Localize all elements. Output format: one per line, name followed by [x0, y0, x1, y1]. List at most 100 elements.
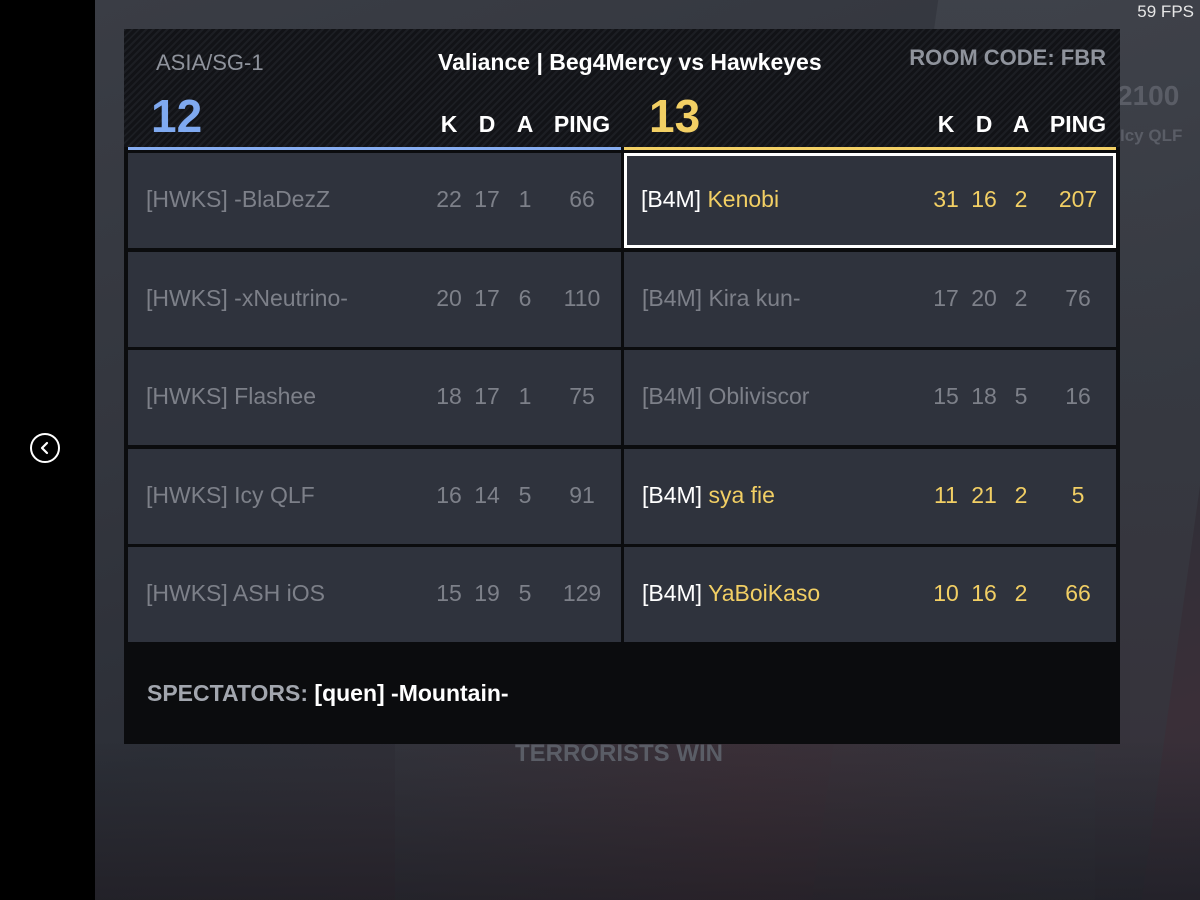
- team-left-score: 12: [151, 90, 203, 142]
- match-title: Valiance | Beg4Mercy vs Hawkeyes: [438, 49, 822, 75]
- team-right-header-a: A: [1012, 111, 1030, 137]
- clan-tag: [HWKS]: [146, 186, 228, 212]
- bg-player-hint: Icy QLF: [1120, 126, 1183, 145]
- team-right-underline: [624, 147, 1116, 150]
- ping: 91: [569, 482, 595, 508]
- clan-tag: [B4M]: [642, 383, 703, 409]
- team-left-header-k: K: [440, 111, 458, 137]
- player-row[interactable]: [HWKS] ASH iOS 15 19 5 129: [128, 547, 621, 642]
- clan-tag: [HWKS]: [146, 285, 228, 311]
- assists: 5: [1014, 383, 1028, 409]
- player-row[interactable]: [B4M] YaBoiKaso 10 16 2 66: [624, 547, 1116, 642]
- assists: 5: [518, 482, 532, 508]
- deaths: 17: [474, 186, 500, 212]
- chevron-left-circle-icon: [40, 441, 49, 455]
- ping: 5: [1071, 482, 1085, 508]
- clan-tag: [HWKS]: [146, 482, 228, 508]
- assists: 6: [518, 285, 532, 311]
- assists: 1: [518, 186, 532, 212]
- player-name: [HWKS] -BlaDezZ: [146, 186, 330, 213]
- assists: 2: [1014, 580, 1028, 606]
- player-name: [B4M] sya fie: [642, 482, 775, 509]
- team-left-underline: [128, 147, 621, 150]
- team-right-header-ping: PING: [1049, 111, 1107, 137]
- assists: 2: [1014, 482, 1028, 508]
- clan-tag: [HWKS]: [146, 580, 228, 606]
- player-nickname: YaBoiKaso: [708, 580, 821, 606]
- kills: 31: [933, 186, 959, 212]
- assists: 2: [1014, 186, 1028, 212]
- team-right-score: 13: [649, 90, 701, 142]
- deaths: 14: [474, 482, 500, 508]
- clan-tag: [HWKS]: [146, 383, 228, 409]
- clan-tag: [B4M]: [642, 285, 703, 311]
- kills: 22: [436, 186, 462, 212]
- deaths: 17: [474, 383, 500, 409]
- spectators-label: SPECTATORS:: [147, 680, 309, 706]
- server-region: ASIA/SG-1: [156, 50, 264, 75]
- assists: 5: [518, 580, 532, 606]
- assists: 2: [1014, 285, 1028, 311]
- player-row[interactable]: [HWKS] -BlaDezZ 22 17 1 66: [128, 153, 621, 248]
- player-nickname: Kira kun-: [708, 285, 801, 311]
- kills: 17: [933, 285, 959, 311]
- spectators-line: SPECTATORS: [quen] -Mountain-: [147, 680, 509, 707]
- kills: 20: [436, 285, 462, 311]
- kills: 11: [934, 482, 958, 508]
- ping: 66: [569, 186, 595, 212]
- player-row[interactable]: [HWKS] -xNeutrino- 20 17 6 110: [128, 252, 621, 347]
- assists: 1: [518, 383, 532, 409]
- clan-tag: [B4M]: [641, 186, 702, 212]
- ping: 66: [1065, 580, 1091, 606]
- player-nickname: Obliviscor: [708, 383, 810, 409]
- ping: 110: [563, 285, 601, 311]
- ping: 76: [1065, 285, 1091, 311]
- spectators-list: [quen] -Mountain-: [314, 680, 509, 706]
- bg-round-banner: TERRORISTS WIN: [515, 740, 723, 767]
- player-nickname: sya fie: [708, 482, 775, 508]
- ping: 207: [1058, 186, 1098, 212]
- team-left-header-d: D: [478, 111, 496, 137]
- fps-counter: 59 FPS: [1137, 2, 1194, 21]
- deaths: 17: [474, 285, 500, 311]
- team-left-header-ping: PING: [553, 111, 611, 137]
- deaths: 19: [474, 580, 500, 606]
- kills: 15: [933, 383, 959, 409]
- player-name: [HWKS] -xNeutrino-: [146, 285, 348, 312]
- player-row[interactable]: [HWKS] Icy QLF 16 14 5 91: [128, 449, 621, 544]
- player-nickname: -BlaDezZ: [234, 186, 331, 212]
- ping: 129: [562, 580, 602, 606]
- clan-tag: [B4M]: [642, 482, 703, 508]
- player-nickname: -xNeutrino-: [234, 285, 348, 311]
- player-name: [HWKS] Icy QLF: [146, 482, 315, 509]
- kills: 18: [436, 383, 462, 409]
- scoreboard: ASIA/SG-1 Valiance | Beg4Mercy vs Hawkey…: [124, 29, 1120, 744]
- player-nickname: ASH iOS: [232, 580, 325, 606]
- team-right-header-d: D: [975, 111, 993, 137]
- player-nickname: Kenobi: [707, 186, 780, 212]
- player-name: [B4M] Obliviscor: [642, 383, 809, 410]
- player-name: [B4M] YaBoiKaso: [642, 580, 820, 607]
- kills: 15: [436, 580, 462, 606]
- left-sidebar: [0, 0, 95, 900]
- deaths: 16: [971, 186, 997, 212]
- player-row-selected[interactable]: [B4M] Kenobi 31 16 2 207: [624, 153, 1116, 248]
- player-row[interactable]: [B4M] sya fie 11 21 2 5: [624, 449, 1116, 544]
- player-name: [HWKS] ASH iOS: [146, 580, 325, 607]
- back-button[interactable]: [30, 433, 60, 463]
- deaths: 18: [971, 383, 997, 409]
- deaths: 16: [971, 580, 997, 606]
- team-right-header-k: K: [937, 111, 955, 137]
- ping: 16: [1065, 383, 1091, 409]
- player-row[interactable]: [B4M] Kira kun- 17 20 2 76: [624, 252, 1116, 347]
- kills: 16: [436, 482, 462, 508]
- deaths: 20: [971, 285, 997, 311]
- deaths: 21: [971, 482, 997, 508]
- room-code: ROOM CODE: FBR: [909, 45, 1106, 70]
- player-row[interactable]: [B4M] Obliviscor 15 18 5 16: [624, 350, 1116, 445]
- player-row[interactable]: [HWKS] Flashee 18 17 1 75: [128, 350, 621, 445]
- scoreboard-header: ASIA/SG-1 Valiance | Beg4Mercy vs Hawkey…: [124, 29, 1120, 147]
- bg-score-hint: 2100: [1117, 80, 1180, 111]
- team-left-header-a: A: [516, 111, 534, 137]
- player-nickname: Flashee: [234, 383, 316, 409]
